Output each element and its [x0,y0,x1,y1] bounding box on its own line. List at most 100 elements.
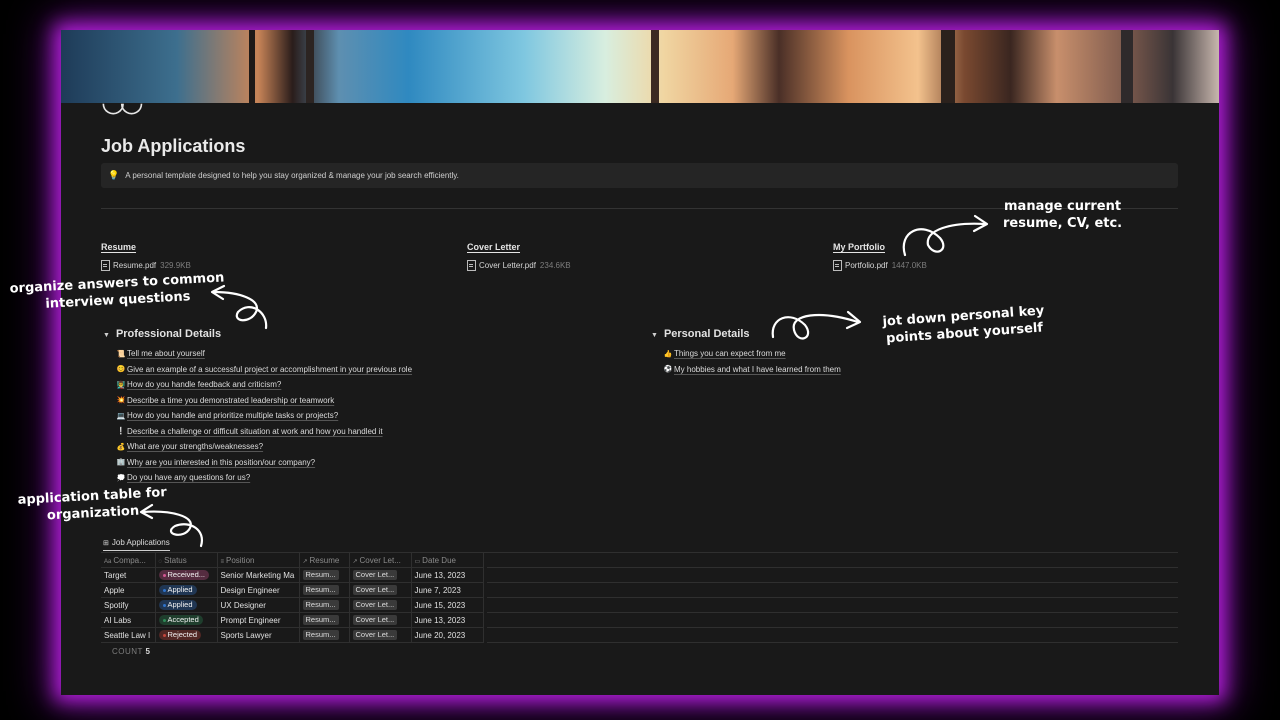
status-badge[interactable]: Applied [158,600,197,610]
table-row[interactable]: Apple Applied Design Engineer Resum... Cover… [101,582,484,598]
list-item[interactable]: 👍 Things you can expect from me [663,346,841,362]
file-name: Resume.pdf [113,261,157,270]
company-cell[interactable]: Seattle Law I [101,627,156,643]
date-due-cell[interactable]: June 13, 2023 [411,612,484,628]
company-cell[interactable]: Spotify [101,597,156,613]
list-item[interactable]: 💥 Describe a time you demonstrated leader… [116,393,412,409]
cover-letter-relation-chip[interactable]: Cover Let... [352,615,398,625]
position-cell[interactable]: Senior Marketing Ma [217,567,300,583]
callout[interactable]: 💡 A personal template designed to help y… [101,163,1178,188]
file-icon [101,260,110,271]
resume-cell[interactable]: Resum... [299,612,350,628]
date-due-cell[interactable]: June 15, 2023 [411,597,484,613]
status-badge[interactable]: Applied [158,585,197,595]
money-bag-icon: 💰 [116,443,126,451]
status-badge[interactable]: Received... [158,570,210,580]
file-name: Cover Letter.pdf [479,261,536,270]
resume-cell[interactable]: Resum... [299,597,350,613]
database-tab[interactable]: ⊞ Job Applications [103,538,170,551]
cover-letter-cell[interactable]: Cover Let... [349,627,412,643]
status-cell[interactable]: Applied [155,597,218,613]
position-cell[interactable]: Prompt Engineer [217,612,300,628]
table-row[interactable]: Spotify Applied UX Designer Resum... Cover L… [101,597,484,613]
resume-file[interactable]: Resume.pdf 329.9KB [101,260,191,271]
triangle-down-icon[interactable]: ▼ [651,332,658,339]
status-cell[interactable]: Received... [155,567,218,583]
column-header-company[interactable]: Aa Compa... [101,553,156,568]
cover-letter-cell[interactable]: Cover Let... [349,567,412,583]
cover-letter-cell[interactable]: Cover Let... [349,597,412,613]
list-item[interactable]: 👨‍🏫 How do you handle feedback and critic… [116,377,412,393]
cover-letter-cell[interactable]: Cover Let... [349,582,412,598]
relation-property-icon: ↗ [352,558,358,565]
status-cell[interactable]: Applied [155,582,218,598]
position-cell[interactable]: Sports Lawyer [217,627,300,643]
position-cell[interactable]: UX Designer [217,597,300,613]
resume-heading[interactable]: Resume [101,242,191,252]
column-header-resume[interactable]: ↗ Resume [299,553,350,568]
resume-relation-chip[interactable]: Resum... [302,570,339,580]
company-cell[interactable]: Apple [101,582,156,598]
count-footer[interactable]: COUNT 5 [112,647,150,656]
portfolio-file[interactable]: Portfolio.pdf 1447.0KB [833,260,927,271]
cover-letter-relation-chip[interactable]: Cover Let... [352,630,398,640]
triangle-down-icon[interactable]: ▼ [103,332,110,339]
glasses-icon[interactable]: ◡◡ [101,88,144,116]
list-item[interactable]: 📜 Tell me about yourself [116,346,412,362]
company-cell[interactable]: Target [101,567,156,583]
table-row[interactable]: AI Labs Accepted Prompt Engineer Resum... Co… [101,612,484,628]
lightbulb-icon: 💡 [108,170,120,180]
column-header-status[interactable]: ◌ Status [155,553,218,568]
date-due-cell[interactable]: June 7, 2023 [411,582,484,598]
column-header-cover-letter[interactable]: ↗ Cover Let... [349,553,412,568]
status-cell[interactable]: Accepted [155,612,218,628]
personal-details-list: 👍 Things you can expect from me ⚽ My hobbi… [663,346,841,377]
thought-bubble-icon: 💭 [116,474,126,482]
list-item[interactable]: 💻 How do you handle and prioritize multip… [116,408,412,424]
list-item[interactable]: ⚽ My hobbies and what I have learned from… [663,362,841,378]
relation-property-icon: ↗ [302,558,308,565]
date-due-cell[interactable]: June 13, 2023 [411,567,484,583]
personal-details-toggle[interactable]: ▼ Personal Details [651,328,750,340]
table-row[interactable]: Target Received... Senior Marketing Ma Resu… [101,567,484,583]
list-item[interactable]: 💰 What are your strengths/weaknesses? [116,439,412,455]
resume-cell[interactable]: Resum... [299,582,350,598]
cover-letter-file[interactable]: Cover Letter.pdf 234.6KB [467,260,571,271]
file-size: 234.6KB [539,261,571,270]
cover-letter-cell[interactable]: Cover Let... [349,612,412,628]
app-window: ◡◡ Job Applications 💡 A personal templat… [61,30,1219,695]
column-header-date-due[interactable]: ▭ Date Due [411,553,484,568]
file-icon [833,260,842,271]
resume-cell[interactable]: Resum... [299,627,350,643]
row-divider [487,612,1178,613]
list-item[interactable]: 🏢 Why are you interested in this position… [116,455,412,471]
cover-letter-relation-chip[interactable]: Cover Let... [352,585,398,595]
status-cell[interactable]: Rejected [155,627,218,643]
resume-cell[interactable]: Resum... [299,567,350,583]
resume-relation-chip[interactable]: Resum... [302,630,339,640]
list-item[interactable]: 💭 Do you have any questions for us? [116,470,412,486]
cover-image [61,30,1219,103]
cover-letter-relation-chip[interactable]: Cover Let... [352,570,398,580]
position-cell[interactable]: Design Engineer [217,582,300,598]
row-divider [487,597,1178,598]
page-title[interactable]: Job Applications [101,136,245,157]
status-badge[interactable]: Accepted [158,615,203,625]
cover-letter-relation-chip[interactable]: Cover Let... [352,600,398,610]
row-divider [487,582,1178,583]
portfolio-heading[interactable]: My Portfolio [833,242,927,252]
column-header-position[interactable]: ≡ Position [217,553,300,568]
company-cell[interactable]: AI Labs [101,612,156,628]
date-due-cell[interactable]: June 20, 2023 [411,627,484,643]
list-item[interactable]: ❕ Describe a challenge or difficult situa… [116,424,412,440]
resume-relation-chip[interactable]: Resum... [302,600,339,610]
cover-letter-heading[interactable]: Cover Letter [467,242,571,252]
list-item[interactable]: 😊 Give an example of a successful project… [116,362,412,378]
database-tab-label: Job Applications [111,538,170,547]
status-badge[interactable]: Rejected [158,630,202,640]
professional-details-toggle[interactable]: ▼ Professional Details [103,328,221,340]
table-row[interactable]: Seattle Law I Rejected Sports Lawyer Resum.… [101,627,484,643]
resume-relation-chip[interactable]: Resum... [302,615,339,625]
resume-relation-chip[interactable]: Resum... [302,585,339,595]
lines-property-icon: ≡ [220,558,225,565]
